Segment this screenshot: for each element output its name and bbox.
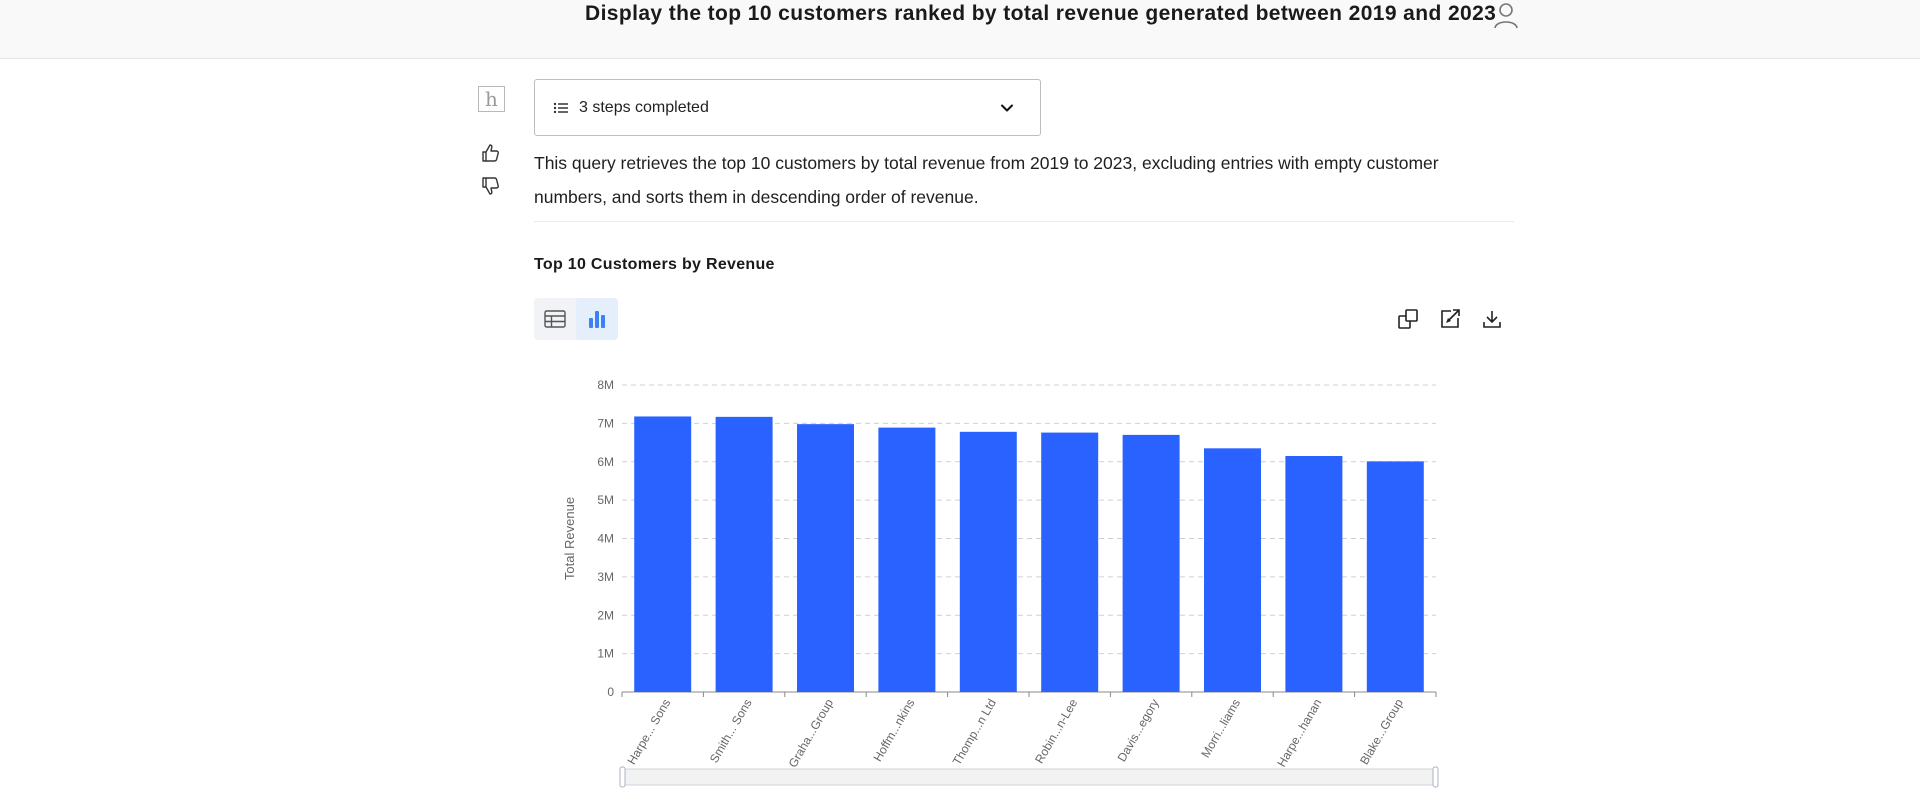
y-tick-label: 3M [597,570,614,584]
x-tick-label: Smith... Sons [707,697,755,766]
bar [959,431,1017,692]
x-tick-label: Harpe... Sons [624,697,673,768]
y-tick-label: 5M [597,493,614,507]
zoom-slider-handle-right[interactable] [1432,766,1439,788]
steps-dropdown[interactable]: 3 steps completed [534,79,1041,136]
download-icon[interactable] [1479,306,1505,332]
x-tick-label: Hoffm...nkins [870,697,917,764]
x-tick-label: Robin...n-Lee [1032,696,1080,766]
y-tick-label: 6M [597,455,614,469]
steps-label: 3 steps completed [579,98,709,116]
top-bar: Display the top 10 customers ranked by t… [0,0,1920,59]
view-toggle [534,298,618,340]
open-in-editor-icon[interactable] [1437,306,1463,332]
x-tick-label: Thomp...n Ltd [950,697,999,768]
copy-icon[interactable] [1395,306,1421,332]
x-tick-label: Davis...egory [1115,697,1162,765]
x-tick-label: Harpe...hanan [1274,697,1324,770]
y-tick-label: 2M [597,608,614,622]
table-view-button[interactable] [534,298,576,340]
y-tick-label: 1M [597,647,614,661]
chart-view-button[interactable] [576,298,618,340]
bar [1285,455,1343,692]
chevron-down-icon[interactable] [998,99,1016,117]
bar [878,427,936,692]
bar [1366,461,1424,692]
assistant-avatar: h [478,86,505,112]
y-tick-label: 0 [607,685,614,699]
bar [1204,448,1261,692]
bar [634,416,692,692]
x-tick-label: Graha...Group [786,696,837,770]
y-tick-label: 7M [597,416,614,430]
response-description: This query retrieves the top 10 customer… [534,153,1439,207]
zoom-slider-handle-left[interactable] [619,766,626,788]
x-tick-label: Morri...liams [1198,697,1243,761]
thumbs-up-icon[interactable] [480,142,502,164]
thumbs-down-icon[interactable] [480,175,502,197]
list-icon [553,101,569,115]
page-title: Display the top 10 customers ranked by t… [585,2,1497,25]
revenue-bar-chart: 0 1M 2M 3M 4M 5M 6M 7M 8M Total Revenue Harpe... S… [562,378,1439,788]
x-tick-label: Blake...Group [1357,696,1406,767]
bar [715,416,773,692]
zoom-slider-track [621,768,1437,786]
divider [534,221,1514,222]
y-tick-label: 4M [597,532,614,546]
y-axis-title: Total Revenue [562,497,577,580]
bar-chart-icon [589,311,605,328]
bar [1122,434,1180,692]
y-tick-label: 8M [597,378,614,392]
chart-title: Top 10 Customers by Revenue [534,256,775,273]
table-icon [544,310,566,328]
bar [797,424,854,692]
user-icon[interactable] [1490,0,1522,30]
bar [1041,432,1099,692]
